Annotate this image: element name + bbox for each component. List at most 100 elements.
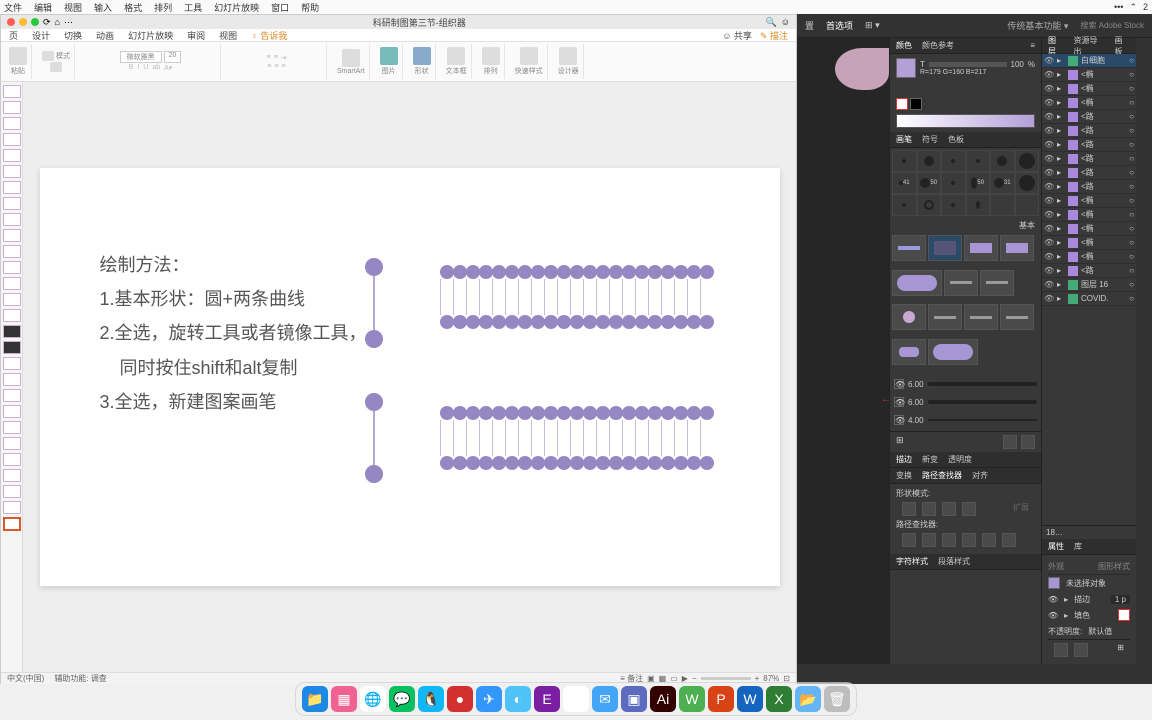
thumbnail[interactable]	[3, 261, 21, 274]
ai-canvas[interactable]: ←	[797, 38, 889, 664]
tab-review[interactable]: 审阅	[187, 29, 205, 42]
menu-item[interactable]: 格式	[124, 1, 142, 14]
dock-wps[interactable]: W	[679, 686, 705, 712]
mac-dock[interactable]: 📁▦🌐💬🐧●✈◐EN✉▣AiWPWX📂🗑	[295, 682, 857, 716]
shapes-icon[interactable]	[413, 47, 431, 65]
symbol-item[interactable]	[964, 235, 998, 261]
layer-row[interactable]: 👁▸<路○	[1042, 110, 1136, 124]
dock-dingtalk[interactable]: ✈	[476, 686, 502, 712]
basic-brush-label[interactable]: 基本	[1019, 221, 1035, 230]
menu-item[interactable]: 帮助	[301, 1, 319, 14]
strike-button[interactable]: ab	[152, 64, 160, 72]
indent-button[interactable]: ⇥	[281, 54, 287, 62]
membrane-shape[interactable]	[440, 265, 713, 329]
visibility-icon[interactable]: 👁	[1044, 238, 1054, 247]
thumbnail[interactable]	[3, 245, 21, 258]
layer-row[interactable]: 👁▸<路○	[1042, 166, 1136, 180]
fill-swatch[interactable]	[896, 58, 916, 78]
thumbnail[interactable]	[3, 101, 21, 114]
thumbnail[interactable]	[3, 341, 21, 354]
divide-button[interactable]	[902, 533, 916, 547]
dock-folder[interactable]: 📂	[795, 686, 821, 712]
dock-launchpad[interactable]: ▦	[331, 686, 357, 712]
tab-pathfinder[interactable]: 路径查找器	[922, 470, 962, 481]
brush-item[interactable]: 50	[966, 172, 991, 194]
opacity-value[interactable]: 默认值	[1088, 626, 1112, 637]
dock-app2[interactable]: ▣	[621, 686, 647, 712]
minus-front-button[interactable]	[922, 502, 936, 516]
thumbnail[interactable]	[3, 277, 21, 290]
dock-chrome[interactable]: 🌐	[360, 686, 386, 712]
dock-browser[interactable]: ◐	[505, 686, 531, 712]
bold-button[interactable]: B	[129, 64, 134, 72]
fill-label[interactable]: 填色	[1074, 610, 1090, 621]
target-icon[interactable]: ○	[1129, 252, 1134, 261]
visibility-icon[interactable]: 👁	[1044, 280, 1054, 289]
dock-notion[interactable]: N	[563, 686, 589, 712]
thumbnail[interactable]	[3, 437, 21, 450]
align-center-button[interactable]: ≡	[274, 63, 278, 70]
selection-swatch[interactable]	[1048, 577, 1060, 589]
slide-thumbnails[interactable]	[1, 82, 23, 672]
numbering-button[interactable]: ≡	[274, 54, 278, 62]
dock-excel[interactable]: X	[766, 686, 792, 712]
layer-row[interactable]: 👁▸白细胞○	[1042, 54, 1136, 68]
delete-icon[interactable]	[1021, 435, 1035, 449]
thumbnail[interactable]	[3, 485, 21, 498]
visibility-icon[interactable]: 👁	[1044, 84, 1054, 93]
tab-gradient[interactable]: 新变	[922, 454, 938, 465]
design-ideas-icon[interactable]	[559, 47, 577, 65]
thumbnail[interactable]	[3, 197, 21, 210]
wifi-icon[interactable]: ⌃	[1129, 2, 1137, 13]
zoom-slider[interactable]	[701, 677, 751, 680]
thumbnail[interactable]	[3, 293, 21, 306]
dock-illustrator[interactable]: Ai	[650, 686, 676, 712]
brush-item[interactable]	[917, 194, 942, 216]
menu-item[interactable]: 工具	[184, 1, 202, 14]
visibility-icon[interactable]: 👁	[894, 415, 904, 425]
thumbnail[interactable]	[3, 501, 21, 514]
menu-item[interactable]: 输入	[94, 1, 112, 14]
slide[interactable]: 绘制方法： 1.基本形状：圆+两条曲线 2.全选，旋转工具或者镜像工具， 同时按…	[40, 168, 780, 586]
symbol-item[interactable]	[892, 339, 926, 365]
target-icon[interactable]: ○	[1129, 210, 1134, 219]
visibility-icon[interactable]: 👁	[1044, 112, 1054, 121]
layer-row[interactable]: 👁▸<路○	[1042, 124, 1136, 138]
font-name-select[interactable]: 微软雅黑	[120, 51, 162, 63]
ai-tab[interactable]: 置	[805, 19, 814, 32]
visibility-icon[interactable]: 👁	[1044, 224, 1054, 233]
brush-item[interactable]	[892, 194, 917, 216]
target-icon[interactable]: ○	[1129, 98, 1134, 107]
clear-icon[interactable]	[1074, 643, 1088, 657]
align-right-button[interactable]: ≡	[282, 63, 286, 70]
library-icon[interactable]: ⊞	[896, 435, 904, 449]
dock-mail[interactable]: ✉	[592, 686, 618, 712]
fx-icon[interactable]	[1054, 643, 1068, 657]
visibility-icon[interactable]: 👁	[894, 379, 904, 389]
symbol-item[interactable]	[892, 235, 926, 261]
visibility-icon[interactable]: 👁	[1044, 56, 1054, 65]
brush-item[interactable]: 50	[917, 172, 942, 194]
brush-item[interactable]	[892, 150, 917, 172]
target-icon[interactable]: ○	[1129, 182, 1134, 191]
layer-row[interactable]: 👁▸<椭○	[1042, 68, 1136, 82]
visibility-icon[interactable]: 👁	[1044, 252, 1054, 261]
thumbnail[interactable]	[3, 453, 21, 466]
merge-button[interactable]	[942, 533, 956, 547]
phospholipid-shape[interactable]	[365, 393, 383, 483]
thumbnail[interactable]	[3, 405, 21, 418]
stroke-width[interactable]: 6.00	[908, 398, 924, 407]
dock-trash[interactable]: 🗑	[824, 686, 850, 712]
reset-icon[interactable]	[50, 62, 62, 72]
menu-item[interactable]: 窗口	[271, 1, 289, 14]
dock-wechat[interactable]: 💬	[389, 686, 415, 712]
thumbnail[interactable]	[3, 357, 21, 370]
menu-item[interactable]: 视图	[64, 1, 82, 14]
tab-transparency[interactable]: 透明度	[948, 454, 972, 465]
target-icon[interactable]: ○	[1129, 112, 1134, 121]
tab-color-guide[interactable]: 颜色参考	[922, 40, 954, 51]
visibility-icon[interactable]: 👁	[1044, 210, 1054, 219]
unite-button[interactable]	[902, 502, 916, 516]
tab-align[interactable]: 对齐	[972, 470, 988, 481]
stroke-preview[interactable]	[928, 419, 1037, 421]
